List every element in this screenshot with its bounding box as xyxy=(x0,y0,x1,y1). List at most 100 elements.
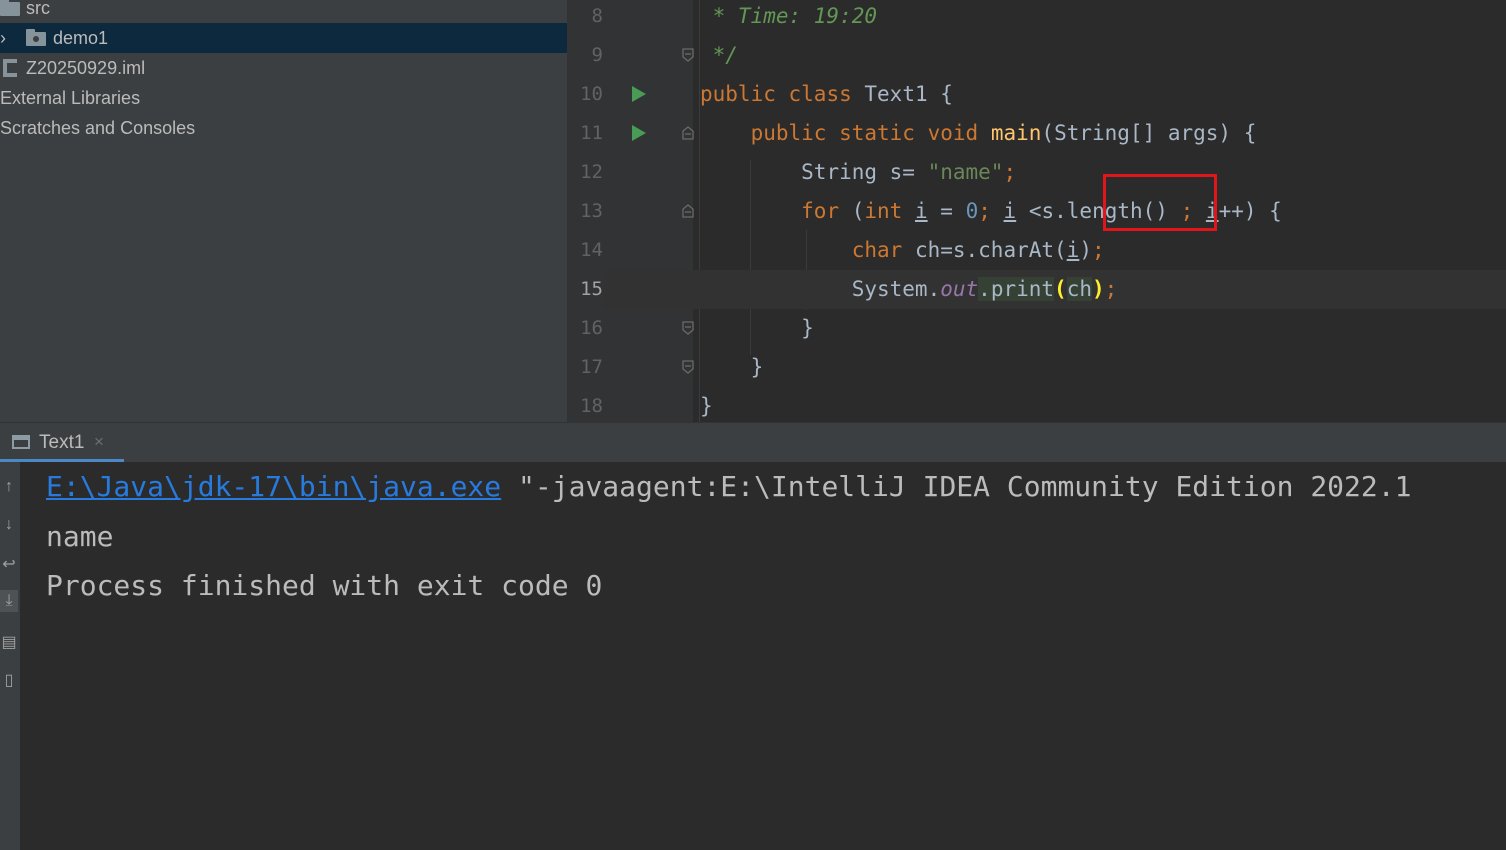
command-args: "-javaagent:E:\IntelliJ IDEA Community E… xyxy=(501,470,1412,503)
semicolon: ; xyxy=(1104,277,1118,301)
variable: i xyxy=(914,199,928,223)
code-fragment: = xyxy=(927,199,966,223)
semicolon: ; xyxy=(1091,238,1105,262)
tree-item-label: demo1 xyxy=(53,28,109,48)
code-fragment: ( xyxy=(839,199,865,223)
line-number: 18 xyxy=(580,395,603,417)
keyword: char xyxy=(851,238,903,262)
code-fragment: (String[] args) { xyxy=(1041,121,1257,145)
line-number: 8 xyxy=(591,5,603,27)
chevron-right-icon[interactable]: › xyxy=(0,23,6,53)
scroll-to-end-icon[interactable]: ⤓ xyxy=(0,590,18,612)
tree-item-label: src xyxy=(26,0,50,18)
fold-end-icon[interactable] xyxy=(681,48,695,62)
console-icon xyxy=(12,435,30,449)
arrow-down-icon[interactable]: ↓ xyxy=(0,514,18,536)
tree-item-label: Z20250929.iml xyxy=(26,58,146,78)
code-line-current: 15 System.out.print(ch); xyxy=(567,270,1506,309)
print-icon[interactable]: ▤ xyxy=(0,632,18,654)
keyword: int xyxy=(864,199,903,223)
code-line: 16 } xyxy=(567,309,1506,348)
variable: i xyxy=(1066,238,1080,262)
keyword: public xyxy=(750,121,827,145)
package-icon xyxy=(26,29,46,46)
brace: { xyxy=(940,82,953,106)
tab-label: Text1 xyxy=(39,432,85,453)
console-output[interactable]: E:\Java\jdk-17\bin\java.exe "-javaagent:… xyxy=(20,462,1506,850)
keyword: for xyxy=(801,199,840,223)
arrow-up-icon[interactable]: ↑ xyxy=(0,476,18,498)
line-number: 9 xyxy=(591,44,603,66)
keyword: public xyxy=(700,82,776,106)
code-line: 14 char ch=s.charAt(i); xyxy=(567,231,1506,270)
brace: } xyxy=(750,355,764,379)
tab-run-text1[interactable]: Text1 × xyxy=(0,423,124,463)
code-line: 17 } xyxy=(567,348,1506,387)
code-line: 10 public class Text1 { xyxy=(567,75,1506,114)
code-editor[interactable]: 8 * Time: 19:20 9 */ 10 public class Tex… xyxy=(567,0,1506,422)
code-line: 13 for (int i = 0; i <s.length() ; i++) … xyxy=(567,192,1506,231)
code-text: System.out.print(ch); xyxy=(700,270,1117,309)
code-text: public class Text1 { xyxy=(700,75,953,114)
semicolon: ; xyxy=(978,199,991,223)
number-literal: 0 xyxy=(965,199,979,223)
variable: i xyxy=(1003,199,1017,223)
code-fragment: System. xyxy=(851,277,941,301)
soft-wrap-icon[interactable]: ↩ xyxy=(0,554,18,576)
code-fragment: String s= xyxy=(801,160,928,184)
run-tool-window-header: Text1 × xyxy=(0,422,1506,463)
line-number: 13 xyxy=(580,200,603,222)
method-call: .print xyxy=(978,277,1055,301)
tree-item-demo1[interactable]: › demo1 xyxy=(0,23,567,53)
brace: } xyxy=(700,394,713,418)
code-fragment: ) xyxy=(1079,238,1092,262)
code-line: 9 */ xyxy=(567,36,1506,75)
brace: } xyxy=(801,316,814,340)
paren-match: ) xyxy=(1091,277,1105,301)
folder-icon xyxy=(0,0,20,16)
line-number: 12 xyxy=(580,161,603,183)
code-line: 8 * Time: 19:20 xyxy=(567,0,1506,36)
code-text: } xyxy=(700,387,713,422)
trash-icon[interactable]: ▯ xyxy=(0,670,18,692)
close-icon[interactable]: × xyxy=(94,432,104,452)
class-name: Text1 xyxy=(864,82,928,106)
semicolon: ; xyxy=(1003,160,1017,184)
code-fragment: ++) { xyxy=(1218,199,1282,223)
keyword: class xyxy=(788,82,852,106)
tree-item-external-libraries[interactable]: External Libraries xyxy=(0,83,567,113)
code-comment: * Time: 19:20 xyxy=(700,4,878,28)
annotation-highlight-box xyxy=(1103,174,1217,231)
tree-item-scratches[interactable]: Scratches and Consoles xyxy=(0,113,567,143)
module-file-icon xyxy=(3,59,17,77)
fold-end-icon[interactable] xyxy=(681,321,695,335)
java-exe-link[interactable]: E:\Java\jdk-17\bin\java.exe xyxy=(46,470,501,503)
code-text: } xyxy=(700,309,814,348)
line-number: 11 xyxy=(580,122,603,144)
fold-start-icon[interactable] xyxy=(681,126,695,140)
run-method-icon[interactable] xyxy=(632,125,646,141)
run-class-icon[interactable] xyxy=(632,86,646,102)
line-number: 15 xyxy=(567,270,603,309)
code-text: String s= "name"; xyxy=(700,153,1016,192)
console-output-line: name xyxy=(46,520,114,553)
code-line: 18 } xyxy=(567,387,1506,422)
tree-item-src[interactable]: src xyxy=(0,0,567,23)
paren-match: ( xyxy=(1054,277,1067,301)
keyword: void xyxy=(927,121,979,145)
code-text: char ch=s.charAt(i); xyxy=(700,231,1105,270)
console-exit-message: Process finished with exit code 0 xyxy=(46,569,603,602)
code-line: 11 public static void main(String[] args… xyxy=(567,114,1506,153)
line-number: 16 xyxy=(580,317,603,339)
keyword: static xyxy=(839,121,915,145)
fold-end-icon[interactable] xyxy=(681,360,695,374)
run-toolbar: ↑ ↓ ↩ ⤓ ▤ ▯ xyxy=(0,462,20,850)
tree-item-iml[interactable]: Z20250929.iml xyxy=(0,53,567,83)
code-text: public static void main(String[] args) { xyxy=(700,114,1257,153)
console-command-line: E:\Java\jdk-17\bin\java.exe "-javaagent:… xyxy=(46,470,1411,503)
fold-start-icon[interactable] xyxy=(681,204,695,218)
tree-item-label: Scratches and Consoles xyxy=(0,118,196,138)
method-name: main xyxy=(990,121,1042,145)
line-number: 17 xyxy=(580,356,603,378)
